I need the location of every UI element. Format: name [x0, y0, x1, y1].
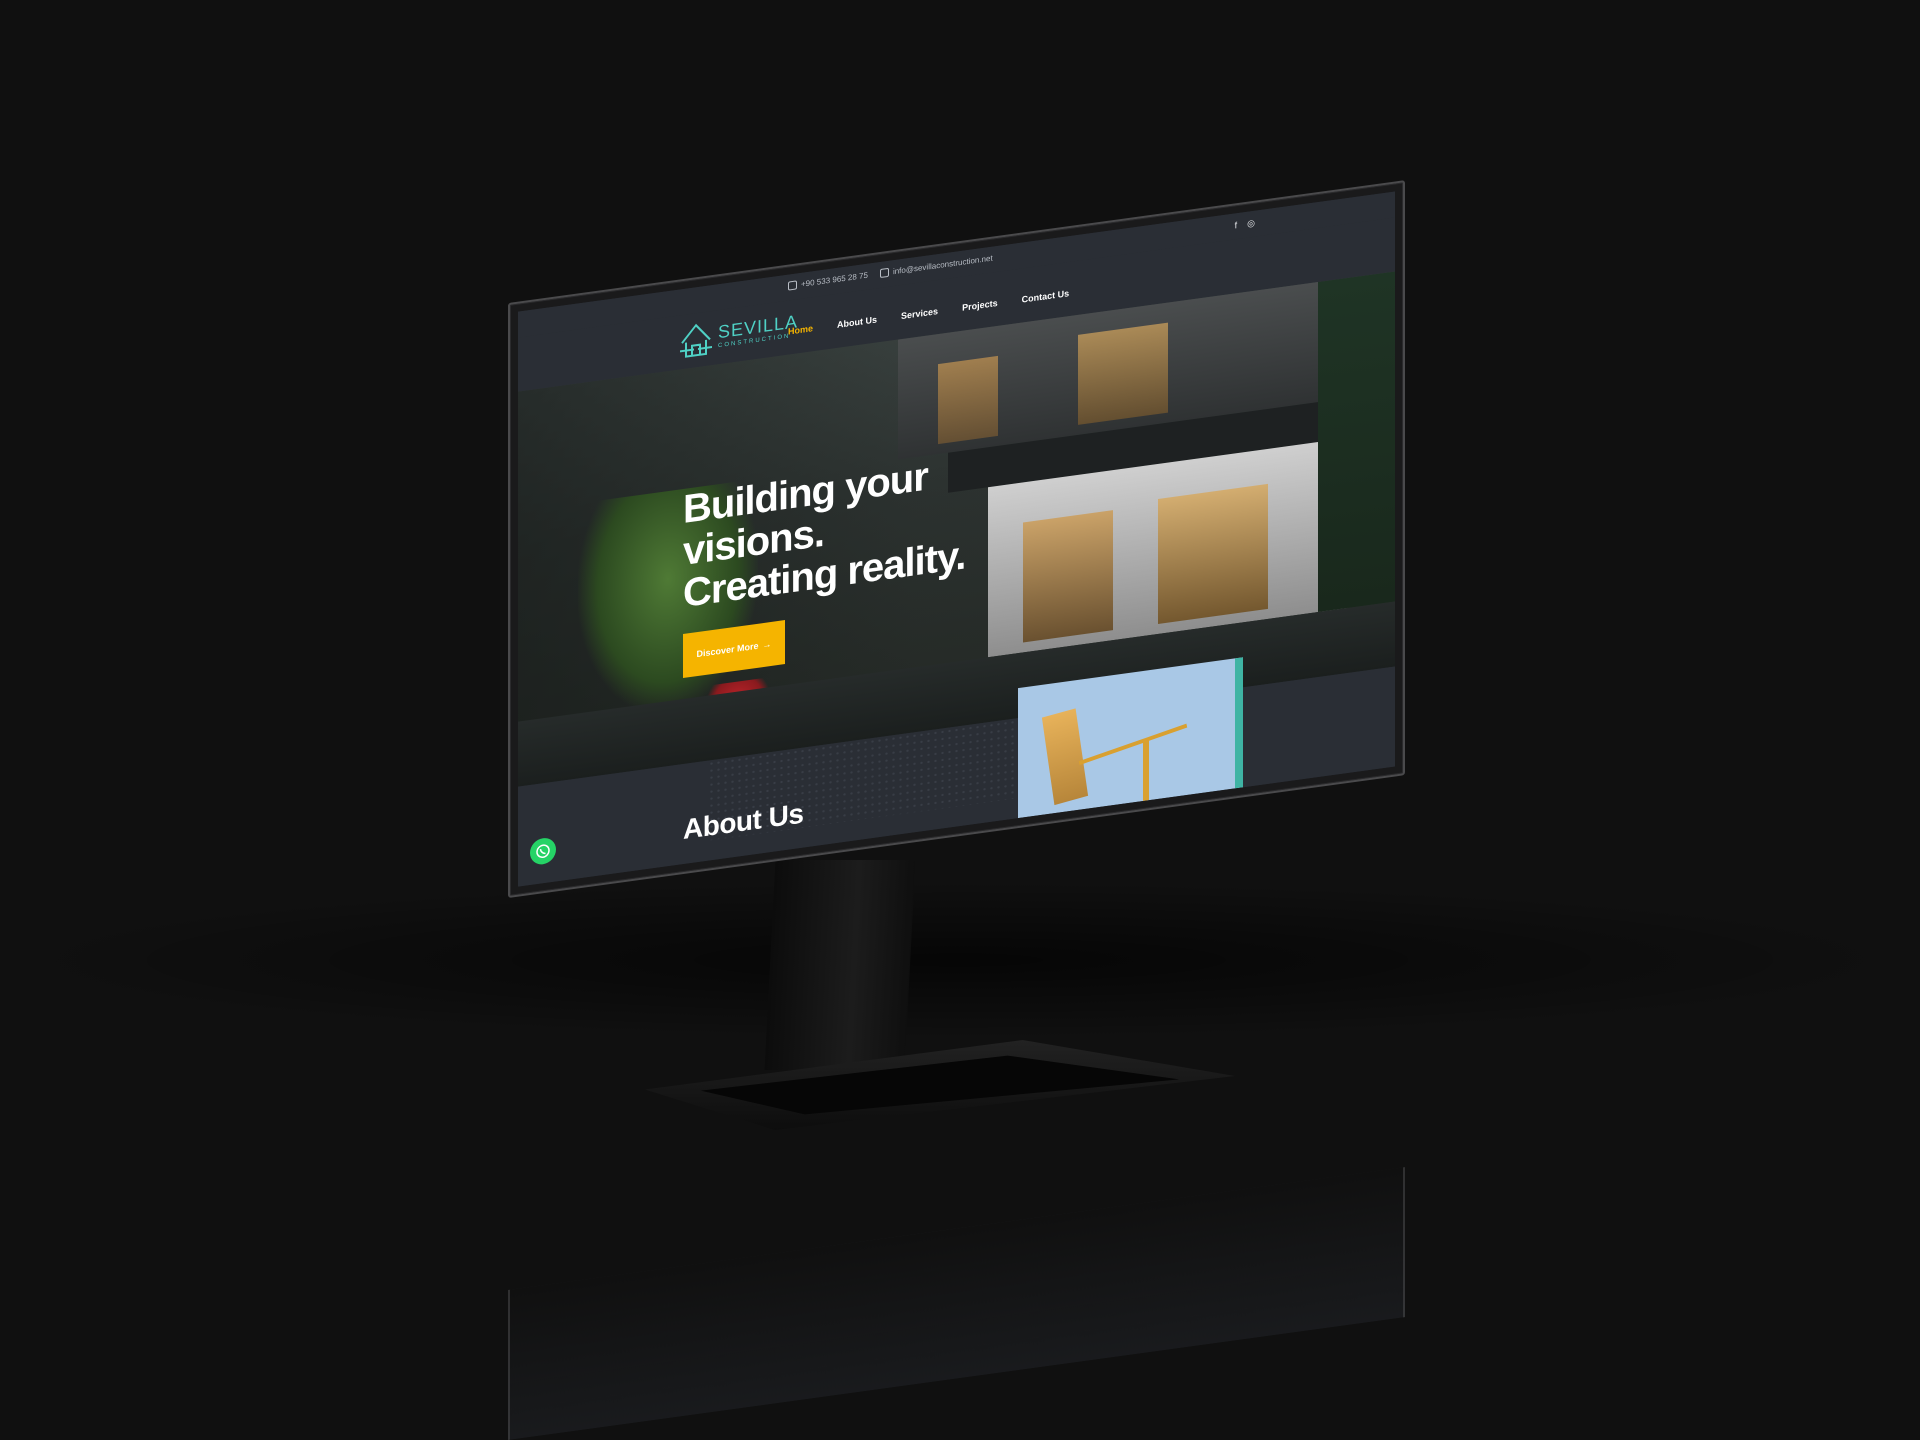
phone-link[interactable]: +90 533 965 28 75	[788, 271, 868, 291]
email-address: info@sevillaconstruction.net	[892, 253, 993, 277]
discover-more-label: Discover More	[696, 640, 759, 660]
arrow-right-icon: →	[762, 638, 772, 651]
logo-mark-icon	[680, 323, 712, 358]
crane-jib	[1078, 723, 1188, 766]
hero-image-window	[1158, 483, 1268, 624]
brand-logo[interactable]: SEVILLA CONSTRUCTION	[678, 305, 798, 361]
hero-headline: Building your visions. Creating reality.	[683, 450, 965, 616]
monitor-stand-neck	[764, 860, 916, 1070]
whatsapp-icon	[536, 844, 550, 859]
mockup-scene: +90 533 965 28 75 info@sevillaconstructi…	[0, 0, 1920, 1440]
website-screen: +90 533 965 28 75 info@sevillaconstructi…	[518, 191, 1395, 887]
phone-icon	[788, 280, 797, 291]
hero-image-window	[938, 355, 998, 445]
about-heading: About Us	[683, 797, 804, 846]
hero-image-trees	[1318, 271, 1395, 613]
facebook-icon[interactable]: f	[1235, 220, 1238, 231]
social-links: f ◎	[1235, 218, 1255, 232]
instagram-icon[interactable]: ◎	[1247, 218, 1255, 230]
crane-load	[1041, 708, 1089, 806]
nav-item-projects[interactable]: Projects	[962, 298, 998, 313]
accent-stripe	[1235, 657, 1243, 789]
nav-item-services[interactable]: Services	[901, 306, 938, 321]
phone-number: +90 533 965 28 75	[801, 270, 868, 289]
nav-item-home[interactable]: Home	[788, 323, 813, 336]
logo-text: SEVILLA CONSTRUCTION	[718, 311, 798, 349]
hero-image-window	[1023, 510, 1113, 643]
crane-mast	[1143, 740, 1149, 802]
monitor: +90 533 965 28 75 info@sevillaconstructi…	[508, 180, 1405, 899]
monitor-reflection	[508, 1167, 1405, 1440]
hero-image-window	[1078, 322, 1168, 425]
mail-icon	[879, 267, 889, 279]
nav-item-contact-us[interactable]: Contact Us	[1022, 288, 1070, 305]
nav-item-about-us[interactable]: About Us	[837, 314, 877, 329]
whatsapp-button[interactable]	[530, 836, 556, 866]
